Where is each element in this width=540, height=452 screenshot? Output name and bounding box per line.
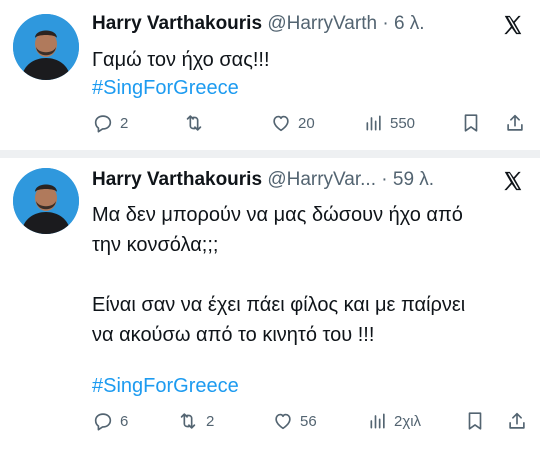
retweet-count: 2 (206, 412, 215, 430)
share-button[interactable] (504, 110, 526, 136)
author-handle[interactable]: @HarryVarth (267, 13, 377, 34)
view-count: 550 (390, 114, 416, 132)
views-icon (366, 115, 381, 131)
author-name[interactable]: Harry Varthakouris (92, 169, 262, 190)
like-button[interactable]: 56 (272, 408, 317, 434)
separator-dot: · (381, 169, 388, 190)
author-handle[interactable]: @HarryVar... (267, 169, 376, 190)
like-count: 56 (300, 412, 317, 430)
timestamp[interactable]: 59 λ. (393, 169, 434, 190)
tweet-divider (0, 150, 540, 158)
like-icon (273, 115, 289, 132)
tweet-text: Μα δεν μπορούν να μας δώσουν ήχο από την… (92, 204, 466, 346)
separator-dot: · (382, 13, 389, 34)
hashtag-link[interactable]: #SingForGreece (92, 74, 239, 102)
avatar[interactable] (13, 168, 79, 234)
timestamp[interactable]: 6 λ. (394, 13, 425, 34)
reply-icon (94, 413, 112, 431)
bookmark-button[interactable] (464, 408, 486, 434)
view-count: 2χιλ (394, 412, 422, 430)
reply-count: 6 (120, 412, 129, 430)
tweet-1-actions: 2 20 550 (92, 110, 530, 136)
tweet-1-header: Harry Varthakouris @HarryVarth · 6 λ. (92, 12, 425, 36)
hashtag-link[interactable]: #SingForGreece (92, 372, 239, 400)
reply-button[interactable]: 6 (92, 408, 128, 434)
share-button[interactable] (506, 408, 528, 434)
reply-button[interactable]: 2 (92, 110, 128, 136)
retweet-icon (186, 115, 202, 131)
bookmark-icon (464, 114, 478, 132)
views-button[interactable]: 2χιλ (368, 408, 421, 434)
retweet-icon (180, 413, 196, 429)
avatar[interactable] (13, 14, 79, 80)
reply-count: 2 (120, 114, 129, 132)
author-name[interactable]: Harry Varthakouris (92, 13, 262, 34)
like-count: 20 (298, 114, 315, 132)
views-icon (370, 413, 385, 429)
views-button[interactable]: 550 (364, 110, 415, 136)
retweet-button[interactable]: 2 (176, 408, 214, 434)
tweet-text: Γαμώ τον ήχο σας!!! (92, 49, 270, 71)
like-icon (275, 413, 291, 430)
tweet-2-header: Harry Varthakouris @HarryVar... · 59 λ. (92, 168, 434, 192)
tweet-2-actions: 6 2 56 2χιλ (92, 408, 530, 434)
share-icon (509, 412, 525, 429)
bookmark-icon (468, 412, 482, 430)
x-logo-icon (502, 14, 524, 36)
bookmark-button[interactable] (460, 110, 482, 136)
x-logo-icon (502, 170, 524, 192)
reply-icon (94, 115, 112, 133)
share-icon (507, 114, 523, 131)
retweet-button[interactable] (182, 110, 212, 136)
like-button[interactable]: 20 (270, 110, 315, 136)
